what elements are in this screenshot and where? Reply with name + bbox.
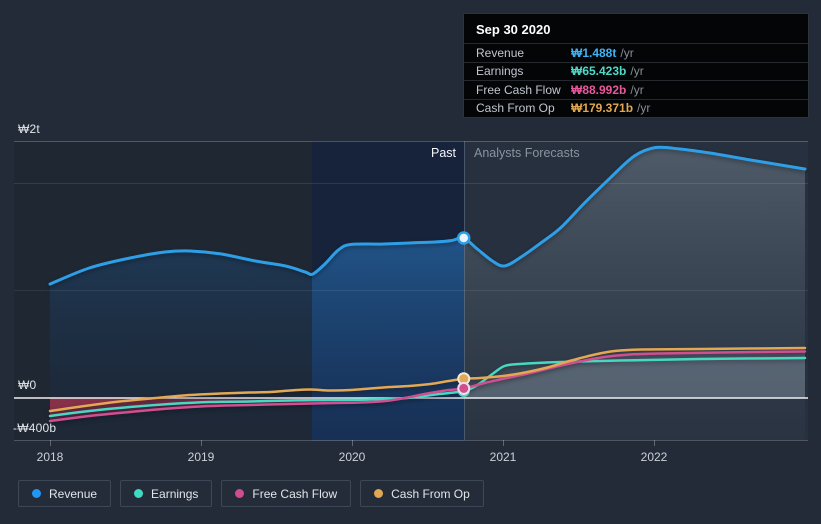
legend-item-cash-from-op[interactable]: Cash From Op <box>360 480 484 507</box>
tooltip-value: ₩179.371b <box>571 101 634 116</box>
legend-item-free-cash-flow[interactable]: Free Cash Flow <box>221 480 352 507</box>
tooltip-suffix: /yr <box>620 45 634 60</box>
y-label-neg400b: -₩400b <box>13 421 57 435</box>
tooltip-row-earnings: Earnings ₩65.423b /yr <box>464 61 808 81</box>
legend-label-cash-from-op: Cash From Op <box>391 486 470 501</box>
revenue-legend-dot <box>32 489 41 498</box>
past-phase-label: Past <box>430 146 456 160</box>
tooltip-row-revenue: Revenue ₩1.488t /yr <box>464 43 808 62</box>
y-label-2t: ₩2t <box>18 122 40 136</box>
earnings-legend-dot <box>134 489 144 498</box>
forecast-phase-label: Analysts Forecasts <box>474 146 580 160</box>
y-label-0: ₩0 <box>18 378 37 392</box>
x-label-2022: 2022 <box>640 450 668 464</box>
revenue-marker[interactable] <box>456 231 471 245</box>
cash-from-op-legend-dot <box>374 489 384 498</box>
chart-legend: Revenue Earnings Free Cash Flow Cash Fro… <box>18 480 484 507</box>
tooltip-label: Free Cash Flow <box>476 82 561 97</box>
legend-label-free-cash-flow: Free Cash Flow <box>252 486 338 501</box>
financials-forecast-chart: ₩2t ₩0 -₩400b 2018 2019 2020 2021 2022 P… <box>0 0 821 524</box>
tooltip-row-cash-from-op: Cash From Op ₩179.371b /yr <box>464 98 808 118</box>
x-label-2019: 2019 <box>187 450 215 464</box>
tooltip-suffix: /yr <box>637 101 651 116</box>
tooltip-label: Cash From Op <box>476 101 555 116</box>
tooltip-label: Earnings <box>476 64 524 79</box>
legend-item-earnings[interactable]: Earnings <box>120 480 213 507</box>
tooltip-row-free-cash-flow: Free Cash Flow ₩88.992b /yr <box>464 80 808 99</box>
tooltip-value: ₩1.488t <box>571 45 617 60</box>
chart-tooltip: Sep 30 2020 Revenue ₩1.488t /yr Earnings… <box>463 13 809 118</box>
legend-label-earnings: Earnings <box>151 486 199 501</box>
x-label-2021: 2021 <box>489 450 517 464</box>
tooltip-value: ₩88.992b <box>571 82 627 97</box>
tooltip-value: ₩65.423b <box>571 64 627 79</box>
tooltip-date: Sep 30 2020 <box>476 22 551 37</box>
tooltip-label: Revenue <box>476 45 525 60</box>
x-label-2020: 2020 <box>338 450 366 464</box>
tooltip-suffix: /yr <box>630 64 644 79</box>
free-cash-flow-marker[interactable] <box>457 381 471 395</box>
legend-label-revenue: Revenue <box>49 486 98 501</box>
x-label-2018: 2018 <box>36 450 64 464</box>
legend-item-revenue[interactable]: Revenue <box>18 480 112 507</box>
tooltip-suffix: /yr <box>630 82 644 97</box>
free-cash-flow-legend-dot <box>235 489 245 498</box>
